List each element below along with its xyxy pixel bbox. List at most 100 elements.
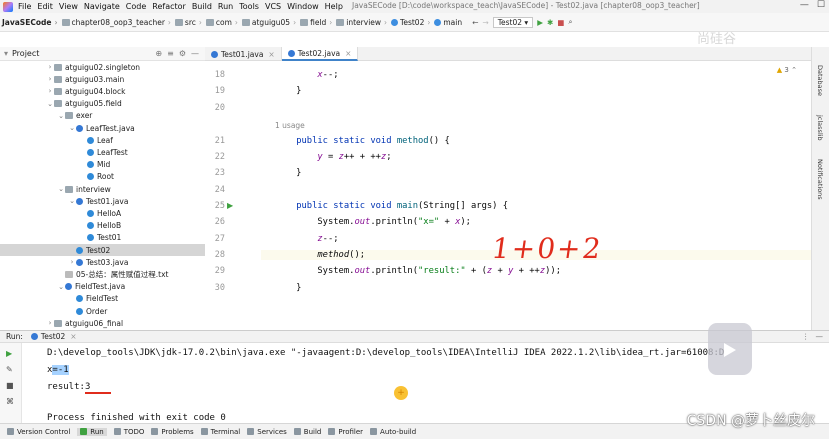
expand-arrow-icon[interactable]: › [46, 87, 54, 95]
jclasslib-tab[interactable]: jclasslib [816, 115, 824, 141]
tree-item[interactable]: 05-总结：属性赋值过程.txt [0, 268, 205, 280]
tree-item[interactable]: › atguigu04.block [0, 85, 205, 97]
code-line-27[interactable]: z--; [275, 234, 338, 244]
hide-icon[interactable]: — [191, 49, 199, 58]
tree-item[interactable]: ⌄ Test01.java [0, 195, 205, 207]
expand-arrow-icon[interactable]: › [68, 258, 76, 266]
breadcrumb-item[interactable]: src › [171, 18, 202, 27]
tree-item[interactable]: Test01 [0, 232, 205, 244]
code-editor[interactable]: 18 19 20 21 22 23 24 25 26 27 28 29 30 ▶ ▲ 3 ⌃ x--; }… [205, 61, 811, 329]
close-icon[interactable]: × [345, 49, 351, 58]
database-tab[interactable]: Database [816, 65, 824, 96]
code-line-18[interactable]: x--; [275, 70, 338, 80]
expand-arrow-icon[interactable]: ⌄ [57, 112, 65, 120]
menu-code[interactable]: Code [126, 2, 146, 11]
rerun-icon[interactable]: ▶ [6, 349, 12, 358]
menu-help[interactable]: Help [325, 2, 343, 11]
bottom-tab-services[interactable]: Services [247, 428, 287, 436]
menu-file[interactable]: File [18, 2, 31, 11]
menu-refactor[interactable]: Refactor [152, 2, 186, 11]
tree-item[interactable]: ⌄ FieldTest.java [0, 281, 205, 293]
tree-item[interactable]: › Test03.java [0, 256, 205, 268]
tree-item[interactable]: LeafTest [0, 146, 205, 158]
debug-icon[interactable]: ✱ [547, 18, 553, 27]
breadcrumb-item[interactable]: interview › [332, 18, 387, 27]
forward-icon[interactable]: → [482, 18, 488, 27]
code-line-25[interactable]: public static void main(String[] args) { [275, 201, 508, 211]
code-line-23[interactable]: } [275, 168, 301, 178]
menu-window[interactable]: Window [287, 2, 319, 11]
menu-vcs[interactable]: VCS [265, 2, 281, 11]
expand-arrow-icon[interactable]: › [46, 319, 54, 327]
breadcrumb-item[interactable]: chapter08_oop3_teacher › [58, 18, 171, 27]
bottom-tab-version-control[interactable]: Version Control [7, 428, 70, 436]
breadcrumb-item[interactable]: Test02 › [387, 18, 430, 27]
run-gutter-icon[interactable]: ▶ [227, 201, 233, 210]
tree-item[interactable]: Mid [0, 159, 205, 171]
tree-item[interactable]: Root [0, 171, 205, 183]
bottom-tab-build[interactable]: Build [293, 428, 321, 436]
bottom-tab-todo[interactable]: TODO [113, 428, 144, 436]
expand-arrow-icon[interactable]: › [46, 75, 54, 83]
menu-tools[interactable]: Tools [239, 2, 259, 11]
tree-item[interactable]: ⌄ interview [0, 183, 205, 195]
tree-item[interactable]: › atguigu03.main [0, 73, 205, 85]
expand-arrow-icon[interactable]: ⌄ [57, 185, 65, 193]
minimize-icon[interactable]: — [800, 0, 809, 10]
tree-item[interactable]: FieldTest [0, 293, 205, 305]
project-dropdown-icon[interactable]: ▾ [4, 49, 8, 58]
usage-hint[interactable]: 1 usage [275, 121, 305, 130]
menu-run[interactable]: Run [218, 2, 233, 11]
breadcrumb-item[interactable]: main [430, 18, 462, 27]
tree-item[interactable]: ⌄ atguigu05.field [0, 98, 205, 110]
tree-item[interactable]: Order [0, 305, 205, 317]
breadcrumb-item[interactable]: atguigu05 › [238, 18, 296, 27]
menu-navigate[interactable]: Navigate [84, 2, 120, 11]
hide-icon[interactable]: — [816, 332, 824, 341]
code-line-26[interactable]: System.out.println("x=" + x); [275, 217, 471, 227]
code-line-22[interactable]: y = z++ + ++z; [275, 152, 391, 162]
expand-arrow-icon[interactable]: › [46, 63, 54, 71]
gear-icon[interactable]: ⚙ [179, 49, 186, 58]
tree-item[interactable]: › atguigu06_final [0, 317, 205, 329]
code-line-19[interactable]: } [275, 86, 301, 96]
breadcrumb-item[interactable]: com › [202, 18, 238, 27]
expand-arrow-icon[interactable]: ⌄ [68, 197, 76, 205]
back-icon[interactable]: ← [472, 18, 478, 27]
expand-arrow-icon[interactable]: ⌄ [57, 283, 65, 291]
camera-icon[interactable]: ⌘ [6, 397, 14, 406]
bottom-tab-terminal[interactable]: Terminal [200, 428, 240, 436]
warning-badge[interactable]: ▲ 3 ⌃ [777, 66, 797, 74]
run-icon[interactable]: ▶ [537, 18, 543, 27]
stop-icon[interactable]: ■ [557, 18, 564, 27]
search-icon[interactable]: ⌕ [568, 17, 572, 27]
menu-view[interactable]: View [59, 2, 78, 11]
run-config-selector[interactable]: Test02 ▾ [492, 16, 534, 28]
expand-arrow-icon[interactable]: ⌄ [46, 100, 54, 108]
editor-tab[interactable]: Test02.java × [281, 47, 359, 61]
tree-item[interactable]: › atguigu02.singleton [0, 61, 205, 73]
more-icon[interactable]: ⋮ [802, 332, 810, 341]
locate-icon[interactable]: ⊕ [155, 49, 162, 58]
code-line-30[interactable]: } [275, 283, 301, 293]
close-icon[interactable]: × [268, 50, 274, 59]
maximize-icon[interactable]: ☐ [817, 0, 825, 10]
expand-arrow-icon[interactable]: ⌄ [68, 124, 76, 132]
bottom-tab-run[interactable]: Run [77, 427, 107, 436]
tree-item[interactable]: ⌄ exer [0, 110, 205, 122]
tree-item[interactable]: HelloB [0, 220, 205, 232]
bottom-tab-profiler[interactable]: Profiler [328, 428, 363, 436]
project-panel-title[interactable]: Project [12, 49, 39, 58]
tree-item[interactable]: HelloA [0, 207, 205, 219]
code-line-29[interactable]: System.out.println("result:" + (z + y + … [275, 266, 561, 276]
tree-item[interactable]: ⌄ LeafTest.java [0, 122, 205, 134]
collapse-icon[interactable]: ≡ [167, 49, 174, 58]
notifications-tab[interactable]: Notifications [816, 159, 824, 200]
bottom-tab-problems[interactable]: Problems [151, 428, 194, 436]
close-icon[interactable]: × [70, 332, 76, 341]
video-play-icon[interactable] [708, 323, 752, 375]
stop-icon[interactable]: ■ [6, 381, 14, 390]
tree-item[interactable]: Test02 [0, 244, 205, 256]
code-line-21[interactable]: public static void method() { [275, 136, 450, 146]
run-config-tab[interactable]: Test02 × [30, 332, 77, 341]
